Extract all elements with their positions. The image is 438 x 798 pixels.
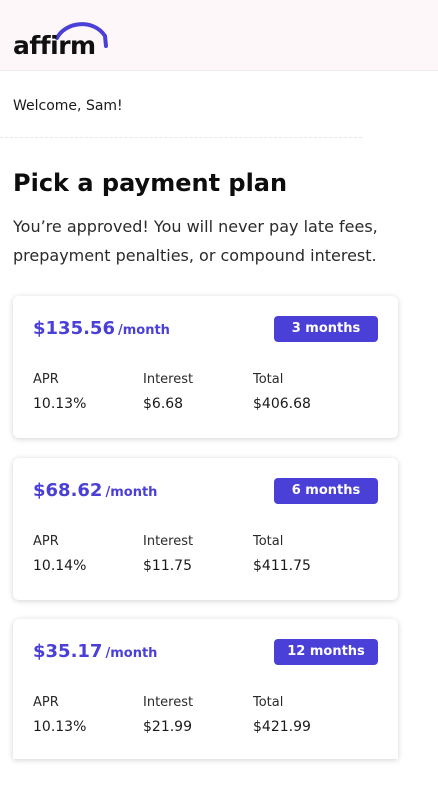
total-label: Total — [253, 372, 284, 387]
apr-label: APR — [33, 695, 59, 710]
apr-column: APR 10.13% — [33, 372, 86, 412]
interest-label: Interest — [143, 534, 194, 549]
plan-card-3-months[interactable]: $135.56/month 3 months APR 10.13% Intere… — [13, 296, 398, 438]
total-column: Total $406.68 — [253, 372, 311, 412]
term-badge[interactable]: 12 months — [274, 639, 378, 665]
apr-value: 10.14% — [33, 558, 87, 574]
total-label: Total — [253, 695, 284, 710]
price-amount: $68.62 — [33, 480, 103, 501]
total-label: Total — [253, 534, 284, 549]
price-period: /month — [105, 485, 158, 500]
logo-text: affirm — [13, 31, 96, 60]
monthly-price: $35.17/month — [33, 641, 157, 662]
total-value: $411.75 — [253, 558, 311, 574]
price-period: /month — [105, 646, 158, 661]
interest-label: Interest — [143, 695, 194, 710]
interest-value: $21.99 — [143, 719, 192, 735]
interest-column: Interest $21.99 — [143, 695, 193, 735]
interest-value: $11.75 — [143, 558, 192, 574]
apr-label: APR — [33, 372, 59, 387]
header: affirm — [0, 0, 438, 71]
interest-value: $6.68 — [143, 396, 184, 412]
welcome-message: Welcome, Sam! — [13, 98, 123, 114]
page-title: Pick a payment plan — [13, 169, 288, 197]
apr-column: APR 10.13% — [33, 695, 86, 735]
affirm-logo[interactable]: affirm — [13, 20, 108, 60]
term-badge[interactable]: 3 months — [274, 316, 378, 342]
total-column: Total $421.99 — [253, 695, 311, 735]
interest-column: Interest $11.75 — [143, 534, 193, 574]
apr-label: APR — [33, 534, 59, 549]
price-amount: $35.17 — [33, 641, 103, 662]
plan-card-6-months[interactable]: $68.62/month 6 months APR 10.14% Interes… — [13, 458, 398, 600]
plan-card-12-months[interactable]: $35.17/month 12 months APR 10.13% Intere… — [13, 619, 398, 759]
total-value: $406.68 — [253, 396, 311, 412]
apr-column: APR 10.14% — [33, 534, 86, 574]
apr-value: 10.13% — [33, 396, 87, 412]
term-badge[interactable]: 6 months — [274, 478, 378, 504]
monthly-price: $68.62/month — [33, 480, 157, 501]
page-subtitle: You’re approved! You will never pay late… — [13, 217, 378, 265]
apr-value: 10.13% — [33, 719, 87, 735]
price-period: /month — [117, 323, 170, 338]
monthly-price: $135.56/month — [33, 318, 170, 339]
interest-label: Interest — [143, 372, 194, 387]
interest-column: Interest $6.68 — [143, 372, 193, 412]
total-value: $421.99 — [253, 719, 311, 735]
price-amount: $135.56 — [33, 318, 115, 339]
divider — [0, 137, 362, 138]
total-column: Total $411.75 — [253, 534, 311, 574]
